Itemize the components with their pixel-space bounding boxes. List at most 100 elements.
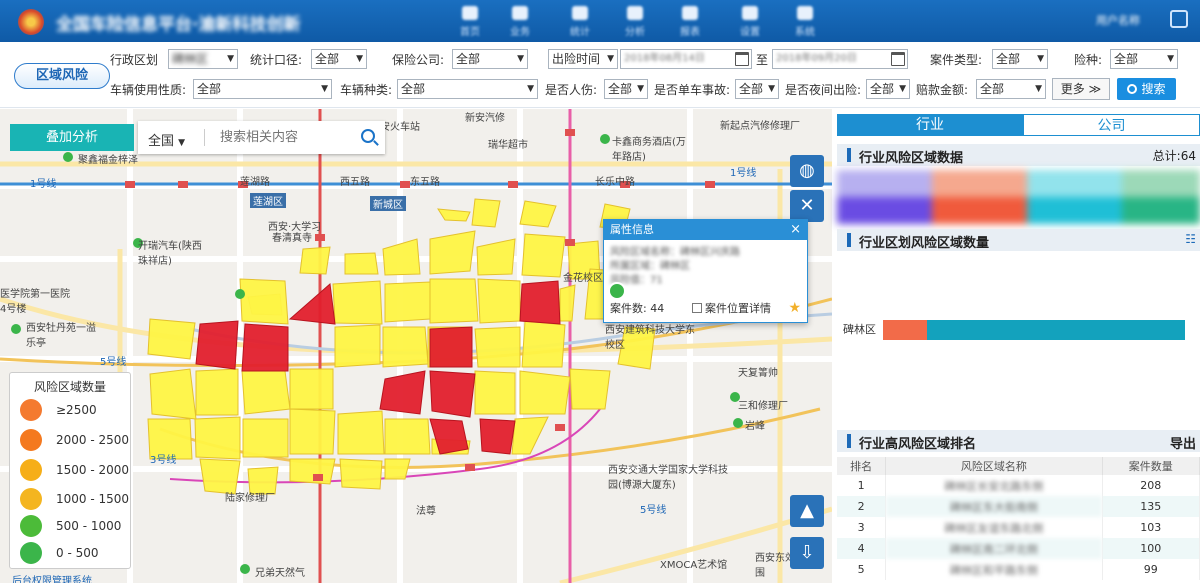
nav-item-report[interactable]: 报表: [670, 4, 710, 38]
legend-item: 1500 - 2000: [20, 459, 130, 481]
insurance-type-select[interactable]: 全部 ▼: [1110, 49, 1178, 69]
map-label: 聚鑫福金梓泽: [78, 155, 138, 166]
calendar-icon[interactable]: [891, 52, 905, 66]
nav-item-analysis[interactable]: 分析: [615, 4, 655, 38]
single-select[interactable]: 全部 ▼: [735, 79, 779, 99]
stat-select[interactable]: 全部 ▼: [311, 49, 367, 69]
case-type-select[interactable]: 全部 ▼: [992, 49, 1048, 69]
map-label: 三和修理厂: [738, 401, 788, 412]
popup-line: 所属区域：碑林区: [610, 261, 690, 272]
ranking-table: 排名 风险区域名称 案件数量 1 碑林区长安北路东侧 208 2 碑林区东大街南侧 13…: [837, 457, 1200, 580]
table-row[interactable]: 1 碑林区长安北路东侧 208: [837, 475, 1200, 496]
map-label: 西安建筑科技大学东校区: [605, 325, 695, 351]
tab-industry[interactable]: 行业: [837, 114, 1023, 136]
calendar-icon[interactable]: [735, 52, 749, 66]
home-icon: [462, 6, 478, 20]
amount-select[interactable]: 全部 ▼: [976, 79, 1046, 99]
location-marker-icon: [608, 282, 626, 300]
map-label: 1号线: [730, 168, 757, 179]
legend-item: 500 - 1000: [20, 515, 130, 537]
globe-button[interactable]: ◍: [790, 155, 824, 187]
section-header-ranking: 行业高风险区域排名 导出: [837, 430, 1200, 452]
nav-item-system[interactable]: 系统: [785, 4, 825, 38]
injury-select[interactable]: 全部 ▼: [604, 79, 648, 99]
nav-item-stats[interactable]: 统计: [560, 4, 600, 38]
case-type-label: 案件类型:: [930, 53, 983, 67]
table-row[interactable]: 5 碑林区和平路东侧 99: [837, 559, 1200, 580]
section-marker: [847, 434, 851, 448]
gear-icon: [742, 6, 758, 20]
filter-panel: 区域风险 行政区划 碑林区 ▼ 统计口径: 全部 ▼ 保险公司: 全部 ▼ 出险时间 ▼…: [0, 42, 1200, 108]
china-map-button[interactable]: ▲: [790, 495, 824, 527]
map-label: 医学院第一医院4号楼: [0, 289, 70, 315]
legend-item: 2000 - 2500: [20, 429, 130, 451]
table-row[interactable]: 2 碑林区东大街南侧 135: [837, 496, 1200, 517]
tab-region-risk[interactable]: 区域风险: [14, 63, 110, 89]
risk-map[interactable]: 西安火车站 新安汽修 瑞华超市 聚鑫福金梓泽 卡鑫商务酒店(万年路店) 新起点汽…: [0, 109, 832, 583]
night-select[interactable]: 全部 ▼: [866, 79, 910, 99]
checkbox-icon[interactable]: [692, 303, 702, 313]
legend-dot: [20, 399, 42, 421]
attribute-info-popup: 属性信息 × 风险区域名称：碑林区兴庆路 所属区域：碑林区 风险值：71 案件数:…: [603, 219, 808, 323]
star-icon[interactable]: ★: [788, 300, 801, 316]
map-label: 5号线: [640, 505, 667, 516]
date-end-input[interactable]: 2018年09月20日: [772, 49, 908, 69]
section-header-district: 行业区划风险区域数量 ☷: [837, 229, 1200, 251]
nav-item-home[interactable]: 首页: [450, 4, 490, 38]
report-icon: [682, 6, 698, 20]
download-button[interactable]: ⇩: [790, 537, 824, 569]
search-button[interactable]: 搜索: [1117, 78, 1176, 100]
double-chevron-down-icon: ≫: [1088, 82, 1102, 96]
date-start-input[interactable]: 2018年08月14日: [620, 49, 752, 69]
search-icon: [1127, 84, 1138, 94]
user-name[interactable]: 用户名称: [1096, 12, 1140, 28]
case-detail-checkbox[interactable]: 案件位置详情: [692, 300, 771, 316]
map-search-input[interactable]: [220, 127, 355, 148]
scope-select[interactable]: 全国 ▼: [148, 130, 185, 149]
vehicle-type-label: 车辆种类:: [340, 83, 393, 97]
map-label: 春清真寺: [272, 233, 312, 244]
table-row[interactable]: 4 碑林区南二环北侧 100: [837, 538, 1200, 559]
table-icon[interactable]: ☷: [1185, 232, 1196, 246]
map-label: 西安交通大学国家大学科技园(博源大厦东): [608, 465, 728, 491]
table-row[interactable]: 3 碑林区友谊东路北侧 103: [837, 517, 1200, 538]
globe-icon: ◍: [799, 160, 815, 181]
overlay-analysis-button[interactable]: 叠加分析: [10, 124, 134, 151]
panel-tabs: 行业 公司: [837, 114, 1200, 136]
chevron-down-icon: ▼: [768, 84, 775, 94]
nav-item-settings[interactable]: 设置: [730, 4, 770, 38]
usage-select[interactable]: 全部 ▼: [193, 79, 332, 99]
section-marker: [847, 233, 851, 247]
chevron-down-icon: ▼: [607, 54, 614, 64]
map-label: 西安牡丹苑一溢乐亭: [26, 323, 96, 349]
column-header: 案件数量: [1102, 457, 1200, 475]
admin-region-label: 行政区划: [110, 53, 159, 67]
map-label: 陆家修理厂: [225, 493, 275, 504]
tab-company[interactable]: 公司: [1023, 114, 1200, 136]
map-label: 1号线: [30, 179, 57, 190]
insurer-select[interactable]: 全部 ▼: [452, 49, 528, 69]
top-navigation-bar: 全国车险信息平台·渝新科技创新 首页 业务 统计 分析 报表 设置 系统 用户名…: [0, 0, 1200, 42]
fullscreen-icon[interactable]: [1170, 10, 1188, 28]
insurer-label: 保险公司:: [392, 53, 445, 67]
more-filters-button[interactable]: 更多 ≫: [1052, 78, 1110, 100]
map-label: 3号线: [150, 455, 177, 466]
tools-button[interactable]: ✕: [790, 190, 824, 222]
map-label: 西五路: [340, 177, 370, 188]
admin-region-select[interactable]: 碑林区 ▼: [168, 49, 238, 69]
chevron-down-icon: ▼: [527, 84, 534, 94]
vehicle-type-select[interactable]: 全部 ▼: [397, 79, 538, 99]
divider: [204, 129, 205, 146]
close-icon[interactable]: ×: [790, 220, 801, 240]
chevron-down-icon: ▼: [1167, 54, 1174, 64]
nav-item-business[interactable]: 业务: [500, 4, 540, 38]
legend-dot: [20, 459, 42, 481]
category-color-bars: [837, 170, 1200, 224]
map-label: 新城区: [370, 196, 406, 211]
china-map-icon: ▲: [800, 500, 814, 521]
export-button[interactable]: 导出: [1170, 433, 1196, 452]
column-header: 排名: [837, 457, 887, 475]
time-type-select[interactable]: 出险时间 ▼: [548, 49, 618, 69]
legend-item: ≥2500: [20, 399, 130, 421]
search-icon[interactable]: [361, 129, 375, 143]
